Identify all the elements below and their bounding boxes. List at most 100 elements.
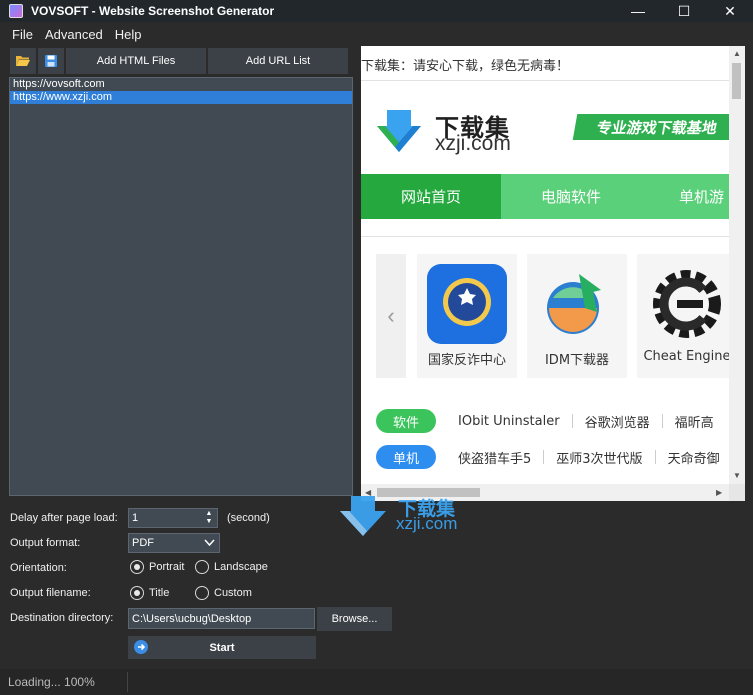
scroll-thumb[interactable] bbox=[732, 63, 741, 99]
add-url-list-button[interactable]: Add URL List bbox=[208, 48, 348, 74]
scroll-down-icon[interactable]: ▼ bbox=[733, 471, 741, 480]
vertical-scrollbar[interactable]: ▲ ▼ bbox=[729, 46, 745, 484]
destination-label: Destination directory: bbox=[10, 612, 114, 624]
cheat-engine-icon bbox=[647, 264, 727, 344]
carousel-prev-button[interactable]: ‹ bbox=[376, 254, 406, 378]
site-navbar: 网站首页 电脑软件 单机游 bbox=[361, 174, 729, 219]
window-edge bbox=[745, 46, 753, 669]
play-arrow-icon bbox=[134, 640, 148, 654]
divider bbox=[127, 672, 128, 692]
landscape-label: Landscape bbox=[214, 561, 268, 573]
close-button[interactable]: ✕ bbox=[707, 0, 753, 22]
category-link[interactable]: 巫师3次世代版 bbox=[556, 448, 642, 467]
url-list-item-selected[interactable]: https://www.xzji.com bbox=[10, 91, 352, 104]
spin-up-icon[interactable]: ▲ bbox=[203, 510, 215, 518]
output-format-select[interactable]: PDF bbox=[128, 533, 220, 553]
output-filename-label: Output filename: bbox=[10, 587, 91, 599]
slogan-banner: 专业游戏下载基地 bbox=[572, 114, 742, 140]
minimize-button[interactable]: — bbox=[615, 0, 661, 22]
minimize-icon: — bbox=[631, 3, 645, 19]
app-card[interactable]: IDM下载器 bbox=[527, 254, 627, 378]
menu-help[interactable]: Help bbox=[109, 27, 148, 42]
destination-value: C:\Users\ucbug\Desktop bbox=[132, 612, 252, 625]
delay-spinner[interactable]: ▲ ▼ bbox=[203, 510, 215, 526]
nav-single-games[interactable]: 单机游 bbox=[641, 174, 729, 219]
start-label: Start bbox=[209, 641, 235, 654]
nav-home[interactable]: 网站首页 bbox=[361, 174, 501, 219]
nav-pc-software[interactable]: 电脑软件 bbox=[501, 174, 641, 219]
category-link[interactable]: IObit Uninstaler bbox=[458, 414, 560, 429]
landscape-radio[interactable]: Landscape bbox=[195, 560, 268, 574]
folder-open-icon bbox=[16, 56, 30, 66]
maximize-icon: ☐ bbox=[677, 2, 691, 19]
delay-value: 1 bbox=[132, 512, 139, 524]
spin-down-icon[interactable]: ▼ bbox=[203, 518, 215, 526]
destination-input[interactable]: C:\Users\ucbug\Desktop bbox=[128, 608, 315, 629]
category-link[interactable]: 侠盗猎车手5 bbox=[458, 448, 531, 467]
category-pill-software[interactable]: 软件 bbox=[376, 409, 436, 433]
scrollbar-corner bbox=[729, 484, 745, 501]
preview-notice: 下载集：请安心下载，绿色无病毒！ bbox=[361, 59, 570, 74]
orientation-label: Orientation: bbox=[10, 562, 67, 574]
title-label: Title bbox=[149, 587, 170, 599]
maximize-button[interactable]: ☐ bbox=[661, 0, 707, 22]
open-button[interactable] bbox=[10, 48, 36, 74]
category-row: 软件 IObit Uninstaler 谷歌浏览器 福昕高 bbox=[376, 408, 736, 434]
site-logo: 下载集 xzji.com 专业游戏下载基地 bbox=[373, 108, 742, 156]
category-link[interactable]: 天命奇御 bbox=[668, 448, 720, 467]
browse-button[interactable]: Browse... bbox=[317, 607, 392, 631]
divider bbox=[571, 414, 573, 428]
delay-unit: (second) bbox=[227, 512, 270, 524]
app-name: 国家反诈中心 bbox=[427, 353, 506, 368]
menu-file[interactable]: File bbox=[6, 27, 39, 42]
custom-radio[interactable]: Custom bbox=[195, 586, 252, 600]
app-name: IDM下载器 bbox=[544, 353, 610, 368]
window-title: VOVSOFT - Website Screenshot Generator bbox=[31, 4, 275, 18]
app-card[interactable]: Cheat Engine bbox=[637, 254, 737, 378]
toolbar: Add HTML Files Add URL List bbox=[10, 48, 348, 74]
screenshot-preview: 下载集：请安心下载，绿色无病毒！ 下载集 xzji.com 专业游戏下载基地 网… bbox=[361, 46, 745, 501]
scroll-right-icon[interactable]: ▶ bbox=[716, 488, 722, 497]
divider bbox=[361, 80, 729, 81]
portrait-label: Portrait bbox=[149, 561, 185, 573]
app-name: Cheat Engine bbox=[643, 349, 731, 364]
add-html-files-button[interactable]: Add HTML Files bbox=[66, 48, 206, 74]
custom-label: Custom bbox=[214, 587, 252, 599]
download-arrow-icon bbox=[377, 110, 421, 152]
save-button[interactable] bbox=[38, 48, 64, 74]
category-link[interactable]: 谷歌浏览器 bbox=[585, 412, 650, 431]
chevron-left-icon: ‹ bbox=[387, 303, 395, 328]
url-list-item[interactable]: https://vovsoft.com bbox=[10, 78, 352, 91]
idm-globe-icon bbox=[537, 264, 617, 344]
anti-fraud-app-icon bbox=[427, 264, 507, 344]
chevron-down-icon bbox=[204, 539, 215, 547]
portrait-radio[interactable]: Portrait bbox=[130, 560, 184, 574]
start-button[interactable]: Start bbox=[128, 636, 316, 659]
output-format-label: Output format: bbox=[10, 537, 81, 549]
title-bar: VOVSOFT - Website Screenshot Generator —… bbox=[0, 0, 753, 22]
menu-advanced[interactable]: Advanced bbox=[39, 27, 109, 42]
logo-en-text: xzji.com bbox=[435, 132, 511, 155]
menu-bar: File Advanced Help bbox=[0, 22, 753, 46]
status-text: Loading... 100% bbox=[8, 675, 95, 689]
divider bbox=[654, 450, 656, 464]
scroll-up-icon[interactable]: ▲ bbox=[733, 49, 741, 58]
app-card[interactable]: 国家反诈中心 bbox=[417, 254, 517, 378]
divider bbox=[661, 414, 663, 428]
status-bar: Loading... 100% bbox=[0, 669, 753, 695]
category-pill-single[interactable]: 单机 bbox=[376, 445, 436, 469]
delay-label: Delay after page load: bbox=[10, 512, 118, 524]
app-icon bbox=[9, 4, 23, 18]
close-icon: ✕ bbox=[724, 2, 736, 19]
url-list[interactable]: https://vovsoft.com https://www.xzji.com bbox=[9, 77, 353, 496]
watermark: 下载集 xzji.com bbox=[336, 494, 486, 538]
divider bbox=[361, 236, 729, 237]
output-format-value: PDF bbox=[132, 537, 154, 549]
title-radio[interactable]: Title bbox=[130, 586, 169, 600]
delay-input[interactable]: 1 ▲ ▼ bbox=[128, 508, 218, 528]
save-icon bbox=[45, 55, 57, 67]
category-row: 单机 侠盗猎车手5 巫师3次世代版 天命奇御 bbox=[376, 444, 736, 470]
divider bbox=[543, 450, 545, 464]
category-link[interactable]: 福昕高 bbox=[675, 412, 714, 431]
watermark-en: xzji.com bbox=[396, 514, 458, 533]
